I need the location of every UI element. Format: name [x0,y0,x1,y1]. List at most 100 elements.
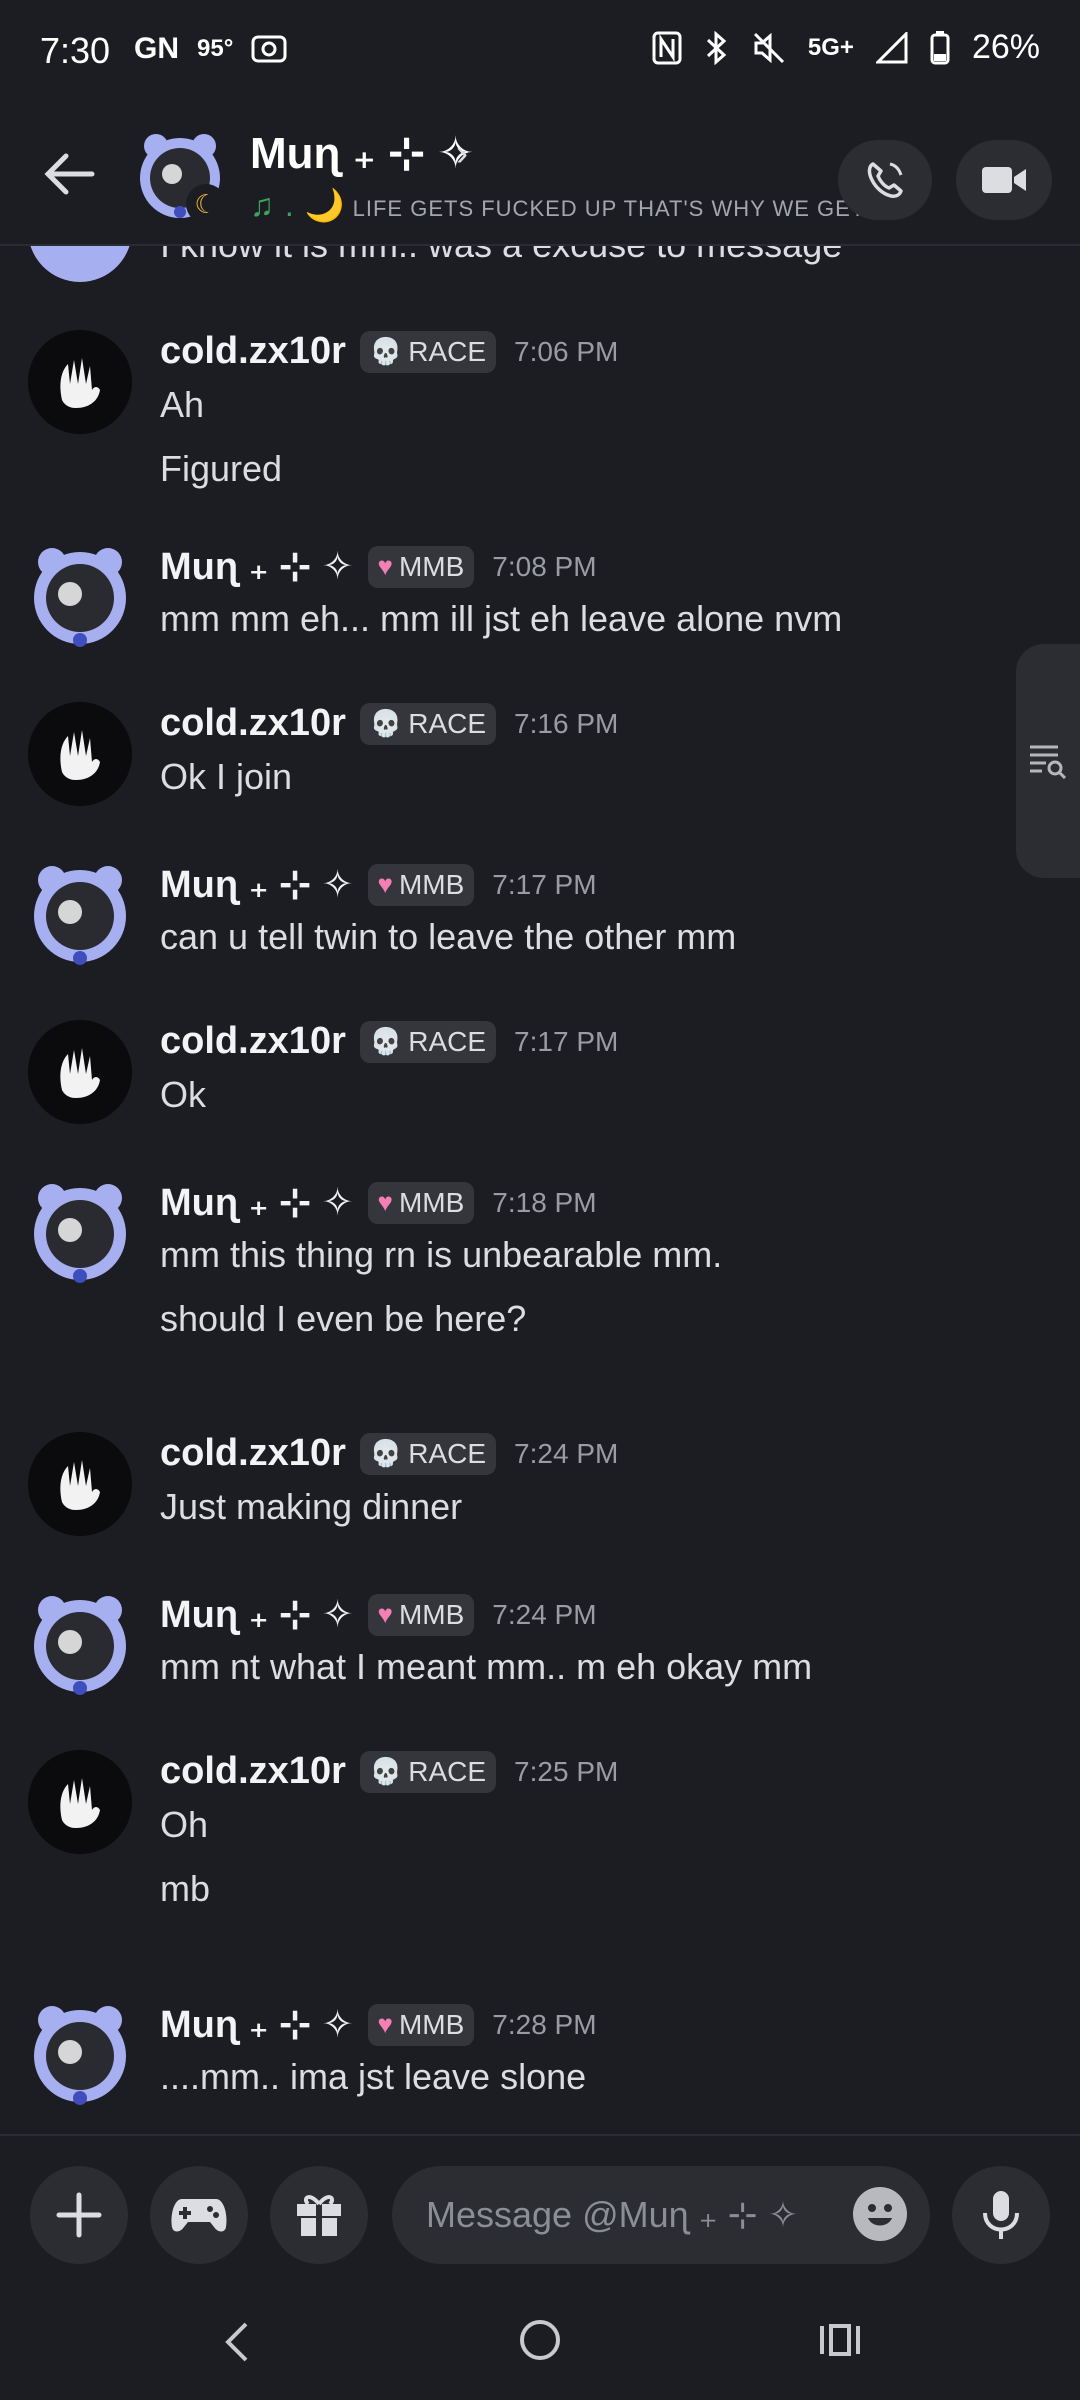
composer-bar: Message @Muɳ ₊ ⊹ ✧ [0,2134,1080,2286]
member-search-tab[interactable] [1016,644,1080,878]
avatar[interactable] [28,1180,132,1284]
message-line[interactable]: mm mm eh... mm ill jst eh leave alone nv… [160,598,842,640]
avatar[interactable] [28,1592,132,1696]
server-tag[interactable]: ♥ MMB [367,1181,475,1224]
message-author[interactable]: Muɳ ₊ ⊹ ✧ [160,544,354,589]
server-tag-label: RACE [408,1437,487,1469]
avatar[interactable] [28,702,132,806]
partial-message-line: I know it is mm.. was a excuse to messag… [160,244,843,265]
message-author[interactable]: cold.zx10r [160,330,346,373]
avatar[interactable] [28,862,132,966]
message-timestamp: 7:08 PM [492,550,597,582]
message-header: cold.zx10r 💀 RACE 7:25 PM [160,1750,618,1793]
message-header: Muɳ ₊ ⊹ ✧ ♥ MMB 7:18 PM [160,1180,597,1225]
battery-icon [930,30,950,64]
server-tag[interactable]: ♥ MMB [367,1593,475,1636]
message-line[interactable]: Figured [160,448,282,490]
server-tag-label: MMB [398,2008,465,2040]
server-tag-label: RACE [408,1755,487,1787]
gn-icon: GN [134,32,179,65]
back-arrow-icon[interactable] [40,144,100,204]
dm-header: ☾ Muɳ ₊ ⊹ ✧ › ♫ . 🌙 LIFE GETS FUCKED UP … [0,104,1080,246]
message-input[interactable]: Message @Muɳ ₊ ⊹ ✧ [392,2166,930,2264]
message-line[interactable]: Just making dinner [160,1486,462,1528]
message-line[interactable]: should I even be here? [160,1298,526,1340]
add-attachment-button[interactable] [30,2166,128,2264]
server-tag-label: MMB [398,1598,465,1630]
message-author[interactable]: cold.zx10r [160,1432,346,1475]
server-tag-label: RACE [408,335,487,367]
activities-button[interactable] [150,2166,248,2264]
message-header: Muɳ ₊ ⊹ ✧ ♥ MMB 7:28 PM [160,2002,597,2047]
avatar[interactable] [28,244,132,282]
message-header: cold.zx10r 💀 RACE 7:16 PM [160,702,618,745]
avatar[interactable] [28,544,132,648]
battery-percent: 26% [971,28,1040,66]
nfc-icon [652,31,682,64]
server-tag[interactable]: ♥ MMB [367,863,475,906]
gift-button[interactable] [270,2166,368,2264]
message-header: Muɳ ₊ ⊹ ✧ ♥ MMB 7:08 PM [160,544,597,589]
emoji-icon[interactable] [852,2186,908,2242]
avatar[interactable] [28,2002,132,2106]
video-call-button[interactable] [956,140,1052,220]
phone-icon [867,162,903,198]
message-line[interactable]: Ah [160,384,204,426]
server-tag-label: RACE [408,1025,487,1057]
gift-icon [297,2195,341,2236]
server-tag[interactable]: 💀 RACE [359,330,497,373]
heart-icon: ♥ [377,2009,393,2039]
message-line[interactable]: Ok [160,1074,206,1116]
voice-call-button[interactable] [838,140,932,220]
nav-recents-icon[interactable] [818,2322,862,2358]
avatar[interactable] [28,330,132,434]
message-line[interactable]: ....mm.. ima jst leave slone [160,2056,586,2098]
message-line[interactable]: can u tell twin to leave the other mm [160,916,736,958]
message-author[interactable]: cold.zx10r [160,702,346,745]
header-username[interactable]: Muɳ ₊ ⊹ ✧ [250,128,474,179]
chevron-right-icon[interactable]: › [456,132,468,174]
status-prefix: ♫ . 🌙 [250,187,346,223]
heart-icon: ♥ [377,1187,393,1217]
gamepad-icon [171,2199,227,2232]
voice-message-button[interactable] [952,2166,1050,2264]
moon-status-icon: ☾ [186,184,226,224]
message-author[interactable]: cold.zx10r [160,1020,346,1063]
heart-icon: ♥ [377,551,393,581]
header-custom-status: ♫ . 🌙 LIFE GETS FUCKED UP THAT'S WHY WE … [250,186,884,224]
message-timestamp: 7:25 PM [514,1755,619,1787]
message-line[interactable]: mb [160,1868,210,1910]
message-line[interactable]: mm this thing rn is unbearable mm. [160,1234,722,1276]
temperature-label: 95° [197,35,234,62]
message-author[interactable]: Muɳ ₊ ⊹ ✧ [160,862,354,907]
status-text: LIFE GETS FUCKED UP THAT'S WHY WE GET... [352,196,885,221]
skull-icon: 💀 [369,708,403,738]
server-tag[interactable]: 💀 RACE [359,1750,497,1793]
video-camera-icon [982,167,1026,193]
message-line[interactable]: mm nt what I meant mm.. m eh okay mm [160,1646,812,1688]
avatar[interactable] [28,1020,132,1124]
server-tag[interactable]: ♥ MMB [367,545,475,588]
nav-back-icon[interactable] [222,2320,250,2364]
message-author[interactable]: cold.zx10r [160,1750,346,1793]
server-tag[interactable]: ♥ MMB [367,2003,475,2046]
message-author[interactable]: Muɳ ₊ ⊹ ✧ [160,1592,354,1637]
server-tag[interactable]: 💀 RACE [359,1432,497,1475]
message-list[interactable]: I know it is mm.. was a excuse to messag… [0,244,1080,2134]
message-header: cold.zx10r 💀 RACE 7:06 PM [160,330,618,373]
skull-icon: 💀 [369,336,403,366]
server-tag[interactable]: 💀 RACE [359,702,497,745]
radio-icon [251,35,287,63]
avatar[interactable] [28,1432,132,1536]
nav-home-icon[interactable] [518,2318,562,2362]
message-line[interactable]: Ok I join [160,756,292,798]
skull-icon: 💀 [369,1756,403,1786]
message-author[interactable]: Muɳ ₊ ⊹ ✧ [160,2002,354,2047]
bluetooth-icon [706,30,727,65]
message-header: Muɳ ₊ ⊹ ✧ ♥ MMB 7:17 PM [160,862,597,907]
message-author[interactable]: Muɳ ₊ ⊹ ✧ [160,1180,354,1225]
message-line[interactable]: Oh [160,1804,208,1846]
avatar[interactable] [28,1750,132,1854]
server-tag[interactable]: 💀 RACE [359,1020,497,1063]
server-tag-label: MMB [398,1186,465,1218]
